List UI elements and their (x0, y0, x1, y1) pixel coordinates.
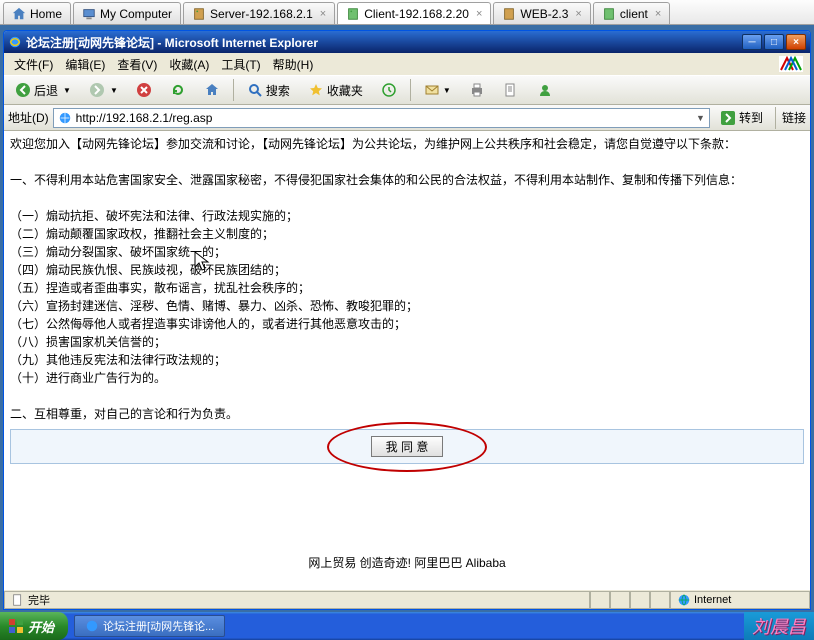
history-button[interactable] (374, 79, 404, 101)
terms-rule: （二）煽动颠覆国家政权，推翻社会主义制度的； (10, 225, 804, 243)
print-button[interactable] (462, 79, 492, 101)
footer-ad: 网上贸易 创造奇迹! 阿里巴巴 Alibaba (10, 554, 804, 573)
vm-tab-home[interactable]: Home (3, 2, 71, 24)
vm-tab-client1[interactable]: Client-192.168.2.20× (337, 2, 491, 24)
taskbar-app[interactable]: 论坛注册[动网先锋论... (74, 615, 225, 637)
watermark-signature: 刘晨昌 (752, 613, 806, 639)
server-icon (502, 7, 516, 21)
messenger-button[interactable] (530, 79, 560, 101)
terms-rule: （八）损害国家机关信誉的； (10, 333, 804, 351)
stop-button[interactable] (129, 79, 159, 101)
status-done: 完毕 (4, 591, 590, 609)
terms-heading2: 二、互相尊重，对自己的言论和行为负责。 (10, 405, 804, 423)
taskbar: 开始 论坛注册[动网先锋论... 刘晨昌 (0, 612, 814, 640)
statusbar: 完毕 Internet (4, 589, 810, 609)
ie-icon (85, 619, 99, 633)
client-icon (602, 7, 616, 21)
url-input[interactable]: http://192.168.2.1/reg.asp ▼ (53, 108, 710, 128)
agree-row: 我 同 意 (10, 429, 804, 464)
terms-rule: （七）公然侮辱他人或者捏造事实诽谤他人的，或者进行其他恶意攻击的； (10, 315, 804, 333)
address-bar: 地址(D) http://192.168.2.1/reg.asp ▼ 转到 链接 (4, 105, 810, 131)
menu-view[interactable]: 查看(V) (111, 54, 163, 75)
ie-window: 论坛注册[动网先锋论坛] - Microsoft Internet Explor… (3, 30, 811, 610)
vm-tabs-strip: Home My Computer Server-192.168.2.1× Cli… (0, 0, 814, 25)
terms-rule: （九）其他违反宪法和法律行政法规的； (10, 351, 804, 369)
back-button[interactable]: 后退▼ (8, 79, 78, 101)
window-title: 论坛注册[动网先锋论坛] - Microsoft Internet Explor… (26, 34, 318, 51)
titlebar: 论坛注册[动网先锋论坛] - Microsoft Internet Explor… (4, 31, 810, 53)
server-icon (192, 7, 206, 21)
home-icon (12, 7, 26, 21)
toolbar: 后退▼ ▼ 搜索 收藏夹 ▼ (4, 75, 810, 105)
terms-heading1: 一、不得利用本站危害国家安全、泄露国家秘密，不得侵犯国家社会集体的和公民的合法权… (10, 171, 804, 189)
dropdown-icon[interactable]: ▼ (696, 113, 705, 123)
close-button[interactable]: × (786, 34, 806, 50)
vm-tab-server1[interactable]: Server-192.168.2.1× (183, 2, 335, 24)
start-button[interactable]: 开始 (0, 612, 68, 640)
client-icon (346, 7, 360, 21)
terms-rule: （五）捏造或者歪曲事实，散布谣言，扰乱社会秩序的； (10, 279, 804, 297)
terms-rule: （一）煽动抗拒、破坏宪法和法律、行政法规实施的； (10, 207, 804, 225)
menu-help[interactable]: 帮助(H) (267, 54, 320, 75)
close-icon[interactable]: × (476, 8, 482, 20)
page-content: 欢迎您加入【动网先锋论坛】参加交流和讨论，【动网先锋论坛】为公共论坛，为维护网上… (4, 131, 810, 589)
ie-throbber-icon (776, 55, 806, 73)
maximize-button[interactable]: □ (764, 34, 784, 50)
home-button[interactable] (197, 79, 227, 101)
forward-button[interactable]: ▼ (82, 79, 125, 101)
terms-rule: （十）进行商业广告行为的。 (10, 369, 804, 387)
windows-icon (8, 618, 24, 634)
page-footer: 网上贸易 创造奇迹! 阿里巴巴 Alibaba Copyright © 2000… (10, 554, 804, 589)
menu-favorites[interactable]: 收藏(A) (163, 54, 215, 75)
vm-tab-web23[interactable]: WEB-2.3× (493, 2, 590, 24)
menu-edit[interactable]: 编辑(E) (59, 54, 111, 75)
links-label[interactable]: 链接 (782, 109, 806, 126)
agree-button[interactable]: 我 同 意 (371, 436, 444, 457)
search-button[interactable]: 搜索 (240, 79, 297, 101)
terms-intro: 欢迎您加入【动网先锋论坛】参加交流和讨论，【动网先锋论坛】为公共论坛，为维护网上… (10, 135, 804, 153)
mail-button[interactable]: ▼ (417, 79, 458, 101)
edit-button[interactable] (496, 79, 526, 101)
globe-icon (677, 593, 691, 607)
menu-tools[interactable]: 工具(T) (215, 54, 266, 75)
refresh-button[interactable] (163, 79, 193, 101)
vm-tab-client2[interactable]: client× (593, 2, 670, 24)
ie-icon (8, 35, 22, 49)
close-icon[interactable]: × (655, 8, 661, 20)
terms-rule: （六）宣扬封建迷信、淫秽、色情、赌博、暴力、凶杀、恐怖、教唆犯罪的； (10, 297, 804, 315)
go-button[interactable]: 转到 (714, 109, 769, 126)
status-zone: Internet (670, 591, 810, 609)
page-icon (58, 111, 72, 125)
vm-tab-mycomputer[interactable]: My Computer (73, 2, 181, 24)
close-icon[interactable]: × (320, 8, 326, 20)
minimize-button[interactable]: ─ (742, 34, 762, 50)
terms-rule: （三）煽动分裂国家、破坏国家统一的； (10, 243, 804, 261)
menubar: 文件(F) 编辑(E) 查看(V) 收藏(A) 工具(T) 帮助(H) (4, 53, 810, 75)
computer-icon (82, 7, 96, 21)
terms-rule: （四）煽动民族仇恨、民族歧视，破坏民族团结的； (10, 261, 804, 279)
system-tray: 刘晨昌 (744, 612, 814, 640)
address-label: 地址(D) (8, 109, 49, 126)
menu-file[interactable]: 文件(F) (8, 54, 59, 75)
done-icon (11, 593, 25, 607)
favorites-button[interactable]: 收藏夹 (301, 79, 370, 101)
close-icon[interactable]: × (575, 8, 581, 20)
